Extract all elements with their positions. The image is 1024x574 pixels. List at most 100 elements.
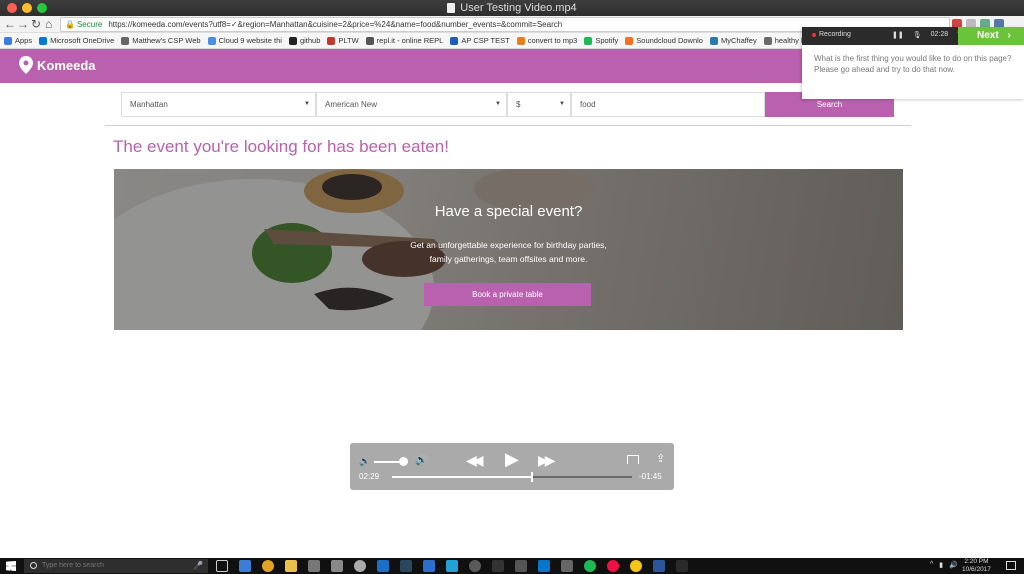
chrome-icon[interactable]: [262, 560, 274, 572]
notification-icon[interactable]: [1006, 561, 1016, 570]
minimize-window-button[interactable]: [22, 3, 32, 13]
price-value: $: [516, 100, 521, 109]
xbox-icon[interactable]: [469, 560, 481, 572]
bookmark-icon: [288, 36, 297, 45]
lock-icon: 🔒: [65, 20, 75, 29]
taskbar-app-icon[interactable]: [446, 560, 458, 572]
microphone-icon[interactable]: 🎙: [913, 31, 922, 39]
taskbar-clock[interactable]: 2:20 PM 10/6/2017: [962, 558, 991, 574]
video-controls: 🔈 🔊 ◀◀ ▶ ▶▶ ⇪ 02:29 -01:45: [350, 443, 674, 490]
bookmark-label: Spotify: [595, 36, 619, 45]
windows-start-icon[interactable]: [6, 561, 16, 571]
recording-timer: 02:28: [930, 31, 949, 38]
task-question: What is the first thing you would like t…: [814, 54, 1012, 74]
zoom-window-button[interactable]: [37, 3, 47, 13]
share-icon[interactable]: ⇪: [656, 452, 665, 465]
network-icon[interactable]: ▮: [939, 561, 943, 569]
taskbar-app-icon[interactable]: [561, 560, 573, 572]
settings-gear-icon[interactable]: [354, 560, 366, 572]
next-label: Next: [977, 30, 999, 41]
volume-knob[interactable]: [398, 457, 408, 466]
divider: [105, 125, 911, 126]
bookmark-item[interactable]: repl.it - online REPL: [365, 36, 444, 45]
video-file-icon: [447, 3, 456, 13]
play-icon[interactable]: ▶: [505, 449, 519, 470]
chevron-right-icon: ›: [1007, 30, 1011, 41]
taskbar-app-icon[interactable]: [239, 560, 251, 572]
bookmark-label: repl.it - online REPL: [376, 36, 444, 45]
pause-icon[interactable]: ❚❚: [892, 31, 904, 39]
task-view-icon[interactable]: [216, 560, 228, 572]
next-button[interactable]: Next ›: [958, 27, 1024, 45]
rewind-icon[interactable]: ◀◀: [466, 452, 483, 469]
file-explorer-icon[interactable]: [285, 560, 297, 572]
bookmark-item[interactable]: AP CSP TEST: [450, 36, 510, 45]
bookmark-item[interactable]: MyChaffey: [709, 36, 757, 45]
bookmark-item[interactable]: Matthew's CSP Web: [121, 36, 201, 45]
chevron-down-icon: ▼: [559, 101, 565, 107]
home-icon[interactable]: ⌂: [45, 17, 52, 32]
volume-low-icon[interactable]: 🔈: [359, 456, 370, 467]
forward-arrow-icon[interactable]: →: [17, 17, 29, 32]
recording-controls: ❚❚ 🎙 02:28 ?: [892, 31, 961, 39]
volume-high-icon[interactable]: 🔊: [415, 455, 427, 466]
taskbar-app-icon[interactable]: [308, 560, 320, 572]
price-select[interactable]: $ ▼: [507, 92, 571, 117]
komeeda-logo[interactable]: Komeeda: [19, 56, 96, 74]
bookmark-label: convert to mp3: [527, 36, 578, 45]
taskbar-app-icon[interactable]: [515, 560, 527, 572]
bookmark-icon: [207, 36, 216, 45]
bookmark-item[interactable]: Soundcloud Downlo: [625, 36, 703, 45]
cuisine-value: American New: [325, 100, 378, 109]
bookmark-item[interactable]: github: [288, 36, 321, 45]
reload-icon[interactable]: ↻: [31, 17, 41, 32]
bookmark-item[interactable]: PLTW: [327, 36, 359, 45]
book-private-table-button[interactable]: Book a private table: [424, 283, 591, 306]
taskbar-app-icon[interactable]: [331, 560, 343, 572]
back-arrow-icon[interactable]: ←: [4, 17, 16, 32]
hero-banner: Have a special event? Get an unforgettab…: [114, 169, 903, 330]
bookmark-icon: [327, 36, 336, 45]
page-headline: The event you're looking for has been ea…: [113, 137, 449, 156]
chrome-icon[interactable]: [607, 560, 619, 572]
bookmark-label: PLTW: [338, 36, 359, 45]
bookmark-item[interactable]: Microsoft OneDrive: [39, 36, 114, 45]
volume-icon[interactable]: 🔊: [949, 561, 958, 569]
bookmark-icon: [39, 36, 48, 45]
taskbar-app-icon[interactable]: [492, 560, 504, 572]
taskbar-app-icon[interactable]: [377, 560, 389, 572]
window-title: User Testing Video.mp4: [447, 0, 577, 16]
search-input[interactable]: [571, 92, 765, 117]
taskbar-app-icon[interactable]: [538, 560, 550, 572]
chevron-up-icon[interactable]: ^: [930, 561, 933, 569]
hero-title: Have a special event?: [434, 203, 583, 220]
spotify-icon[interactable]: [584, 560, 596, 572]
taskbar-app-icon[interactable]: [630, 560, 642, 572]
scrubber-handle[interactable]: [531, 472, 534, 482]
cuisine-select[interactable]: American New ▼: [316, 92, 507, 117]
remaining-time: -01:45: [639, 472, 662, 481]
steam-icon[interactable]: [400, 560, 412, 572]
search-icon: [30, 562, 37, 569]
system-tray: ^ ▮ 🔊: [930, 561, 958, 569]
recording-bar: Recording ❚❚ 🎙 02:28 ? Next ›: [802, 27, 1024, 45]
bookmark-item[interactable]: convert to mp3: [516, 36, 578, 45]
scrubber-track[interactable]: [392, 472, 632, 482]
word-icon[interactable]: [653, 560, 665, 572]
airplay-icon[interactable]: [627, 455, 639, 464]
taskbar-app-icon[interactable]: [423, 560, 435, 572]
close-window-button[interactable]: [7, 3, 17, 13]
chevron-down-icon: ▼: [495, 101, 501, 107]
bookmark-label: github: [299, 36, 321, 45]
bookmark-icon: [763, 36, 772, 45]
taskbar-search-input[interactable]: [24, 559, 208, 573]
taskbar-app-icon[interactable]: [676, 560, 688, 572]
recording-status: Recording: [812, 31, 851, 38]
bookmark-icon: [450, 36, 459, 45]
region-select[interactable]: Manhattan ▼: [121, 92, 316, 117]
fast-forward-icon[interactable]: ▶▶: [538, 452, 555, 469]
bookmark-item[interactable]: Cloud 9 website thi: [207, 36, 282, 45]
bookmark-item[interactable]: Apps: [4, 36, 32, 45]
bookmark-item[interactable]: Spotify: [584, 36, 618, 45]
microphone-icon[interactable]: 🎤: [193, 561, 203, 570]
